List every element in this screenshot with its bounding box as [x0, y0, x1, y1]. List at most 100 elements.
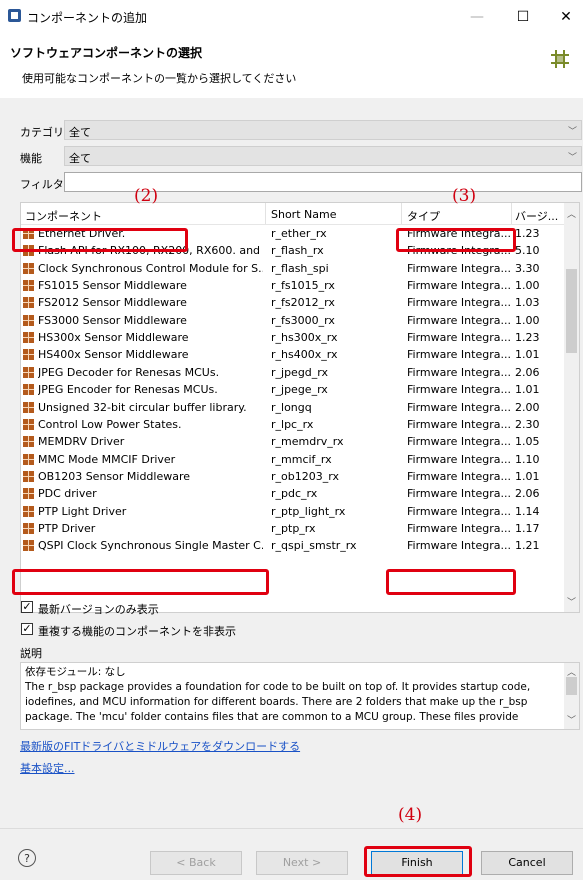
component-name: HS300x Sensor Middleware: [38, 331, 189, 345]
component-short-name: r_ob1203_rx: [271, 469, 339, 483]
component-short-name: r_ether_rx: [271, 227, 327, 240]
table-row[interactable]: OB1203 Sensor Middleware r_ob1203_rx Firmw…: [21, 468, 566, 485]
page-title: ソフトウェアコンポーネントの選択: [10, 46, 203, 60]
col-header-component[interactable]: コンポーネント: [25, 208, 102, 224]
settings-link[interactable]: 基本設定...: [20, 760, 75, 776]
component-icon: [23, 332, 34, 344]
table-row[interactable]: MMC Mode MMCIF Driver r_mmcif_rx Firmware …: [21, 451, 566, 468]
table-scrollbar[interactable]: ︿ ﹀: [564, 203, 579, 612]
col-header-shortname[interactable]: Short Name: [271, 208, 336, 221]
hide-duplicates-label: 重複する機能のコンポーネントを非表示: [38, 625, 236, 638]
component-short-name: r_flash_spi: [271, 261, 329, 275]
component-short-name: r_pdc_rx: [271, 487, 318, 501]
annotation-4: (4): [398, 805, 423, 825]
col-header-type[interactable]: タイプ: [407, 208, 440, 224]
component-version: 1.21: [515, 539, 540, 553]
minimize-button[interactable]: —: [462, 6, 492, 28]
component-type: Firmware Integra...: [407, 487, 511, 501]
scroll-thumb[interactable]: [566, 677, 577, 695]
component-short-name: r_hs400x_rx: [271, 348, 338, 362]
component-name: FS2012 Sensor Middleware: [38, 296, 187, 310]
table-row[interactable]: JPEG Encoder for Renesas MCUs. r_jpege_rx…: [21, 381, 566, 398]
component-name: Unsigned 32-bit circular buffer library.: [38, 400, 247, 414]
function-select[interactable]: 全て ﹀: [64, 146, 582, 166]
component-name: HS400x Sensor Middleware: [38, 348, 189, 362]
component-short-name: r_memdrv_rx: [271, 435, 344, 449]
table-header: コンポーネント Short Name タイプ バージ...: [21, 203, 566, 225]
component-type: Firmware Integra...: [407, 435, 511, 449]
latest-only-checkbox[interactable]: ✓: [21, 601, 33, 613]
table-row[interactable]: FS1015 Sensor Middleware r_fs1015_rx Firmw…: [21, 277, 566, 294]
component-type: Firmware Integra...: [407, 331, 511, 345]
component-version: 1.01: [515, 469, 540, 483]
table-row[interactable]: PTP Light Driver r_ptp_light_rx Firmware I…: [21, 503, 566, 520]
component-icon: [23, 384, 34, 396]
download-link[interactable]: 最新版のFITドライバとミドルウェアをダウンロードする: [20, 738, 300, 754]
description-text: 依存モジュール: なし The r_bsp package provides a…: [25, 666, 531, 723]
component-name: FS3000 Sensor Middleware: [38, 313, 187, 327]
component-name: MEMDRV Driver: [38, 435, 125, 449]
component-icon: [23, 314, 34, 326]
component-short-name: r_ptp_light_rx: [271, 504, 346, 518]
component-short-name: r_mmcif_rx: [271, 452, 332, 466]
component-icon: [23, 540, 34, 552]
next-button[interactable]: Next >: [256, 851, 348, 875]
category-select[interactable]: 全て ﹀: [64, 120, 582, 140]
table-row[interactable]: Unsigned 32-bit circular buffer library.…: [21, 399, 566, 416]
hide-duplicates-checkbox[interactable]: ✓: [21, 623, 33, 635]
scroll-up-icon[interactable]: ︿: [564, 207, 579, 220]
help-icon[interactable]: ?: [18, 849, 36, 867]
component-icon: [23, 436, 34, 448]
title-bar: コンポーネントの追加 — ☐ ✕: [0, 0, 583, 34]
chevron-down-icon: ﹀: [567, 127, 577, 137]
component-version: 1.23: [515, 331, 540, 345]
component-version: 1.00: [515, 313, 540, 327]
table-row[interactable]: HS400x Sensor Middleware r_hs400x_rx Firmw…: [21, 346, 566, 363]
component-icon: [23, 470, 34, 482]
description-scrollbar[interactable]: ︿ ﹀: [564, 663, 579, 729]
component-short-name: r_fs1015_rx: [271, 279, 335, 293]
table-row[interactable]: FS3000 Sensor Middleware r_fs3000_rx Firmw…: [21, 312, 566, 329]
component-type: Firmware Integra...: [407, 469, 511, 483]
description-label: 説明: [20, 647, 42, 660]
scroll-down-icon[interactable]: ﹀: [564, 713, 579, 726]
table-row[interactable]: PDC driver r_pdc_rx Firmware Integra... 2.0…: [21, 485, 566, 502]
table-row[interactable]: JPEG Decoder for Renesas MCUs. r_jpegd_rx…: [21, 364, 566, 381]
table-row[interactable]: FS2012 Sensor Middleware r_fs2012_rx Firmw…: [21, 294, 566, 311]
category-value: 全て: [69, 126, 91, 139]
component-version: 2.06: [515, 487, 540, 501]
component-version: 2.30: [515, 417, 540, 431]
table-row[interactable]: Control Low Power States. r_lpc_rx Firmwar…: [21, 416, 566, 433]
col-header-version[interactable]: バージ...: [515, 208, 558, 224]
table-row[interactable]: PTP Driver r_ptp_rx Firmware Integra... 1.1…: [21, 520, 566, 537]
component-version: 2.00: [515, 400, 540, 414]
component-type: Firmware Integra...: [407, 400, 511, 414]
component-type: Firmware Integra...: [407, 296, 511, 310]
component-version: 1.23: [515, 227, 540, 240]
component-name: MMC Mode MMCIF Driver: [38, 452, 176, 466]
component-icon: [23, 488, 34, 500]
close-button[interactable]: ✕: [551, 6, 581, 28]
component-short-name: r_jpegd_rx: [271, 365, 329, 379]
back-button[interactable]: < Back: [150, 851, 242, 875]
scroll-thumb[interactable]: [566, 269, 577, 353]
component-icon: [23, 453, 34, 465]
scroll-down-icon[interactable]: ﹀: [564, 595, 579, 608]
component-name: FS1015 Sensor Middleware: [38, 279, 187, 293]
component-short-name: r_longq: [271, 400, 312, 414]
component-name: Clock Synchronous Control Module for S..…: [38, 261, 263, 275]
page-subtitle: 使用可能なコンポーネントの一覧から選択してください: [22, 72, 297, 85]
component-icon: [23, 349, 34, 361]
category-label: カテゴリ: [20, 126, 64, 139]
latest-only-label: 最新バージョンのみ表示: [38, 603, 159, 616]
table-row[interactable]: HS300x Sensor Middleware r_hs300x_rx Firmw…: [21, 329, 566, 346]
component-version: 3.30: [515, 261, 540, 275]
cancel-button[interactable]: Cancel: [481, 851, 573, 875]
maximize-button[interactable]: ☐: [508, 6, 538, 28]
table-row[interactable]: Clock Synchronous Control Module for S..…: [21, 260, 566, 277]
component-version: 1.05: [515, 435, 540, 449]
table-row[interactable]: MEMDRV Driver r_memdrv_rx Firmware Integra…: [21, 433, 566, 450]
component-type: Firmware Integra...: [407, 365, 511, 379]
table-row[interactable]: QSPI Clock Synchronous Single Master C..…: [21, 537, 566, 554]
component-name: PTP Driver: [38, 521, 96, 535]
